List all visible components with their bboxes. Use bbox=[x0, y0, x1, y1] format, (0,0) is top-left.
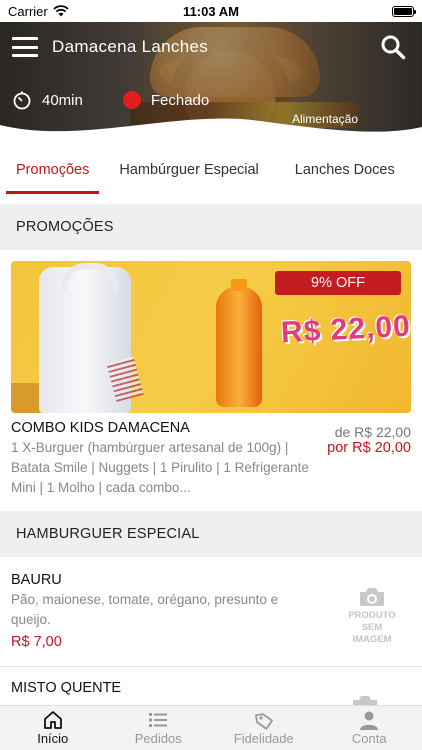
store-status: Fechado bbox=[150, 91, 210, 109]
search-icon[interactable] bbox=[380, 34, 406, 60]
nav-label: Conta bbox=[351, 731, 387, 746]
bottom-nav: Início Pedidos Fidelidade Conta bbox=[0, 705, 422, 750]
status-bar: Carrier 11:03 AM bbox=[0, 0, 422, 22]
tab-promocoes[interactable]: Promoções bbox=[6, 150, 100, 194]
timer-icon bbox=[13, 91, 31, 110]
carrier-label: Carrier bbox=[8, 3, 48, 19]
product-combo-kids[interactable]: COMBO KIDS DAMACENA 1 X-Burguer (hambúrg… bbox=[11, 420, 411, 502]
header-wave bbox=[0, 118, 422, 142]
combo-bag-graphic bbox=[39, 263, 144, 413]
nav-fidelidade[interactable]: Fidelidade bbox=[211, 706, 317, 750]
nav-conta[interactable]: Conta bbox=[317, 706, 422, 750]
store-category: Alimentação bbox=[291, 112, 358, 126]
store-title: Damacena Lanches bbox=[52, 37, 209, 56]
new-price: por R$ 20,00 bbox=[327, 440, 411, 456]
category-tabs: Promoções Hambúrguer Especial Lanches Do… bbox=[0, 150, 422, 194]
home-icon bbox=[43, 711, 62, 729]
status-time: 11:03 AM bbox=[183, 3, 239, 19]
no-image-placeholder: PRODUTO SEM IMAGEM bbox=[342, 586, 402, 646]
product-prices: de R$ 22,00 por R$ 20,00 bbox=[327, 424, 411, 456]
section-header-hamburguer-especial: HAMBURGUER ESPECIAL bbox=[0, 511, 422, 557]
banner-price: R$ 22,00 bbox=[280, 309, 411, 350]
nav-label: Início bbox=[37, 731, 69, 746]
no-image-line1: PRODUTO bbox=[348, 610, 396, 621]
store-status-dot bbox=[122, 91, 141, 109]
soda-bottle-graphic bbox=[216, 279, 262, 407]
tab-hamburguer-especial[interactable]: Hambúrguer Especial bbox=[119, 150, 258, 194]
no-image-line2: SEM IMAGEM bbox=[352, 622, 392, 645]
camera-icon bbox=[360, 588, 384, 606]
store-info: 40min Fechado bbox=[12, 90, 209, 110]
discount-badge: 9% OFF bbox=[275, 271, 401, 295]
nav-pedidos[interactable]: Pedidos bbox=[106, 706, 212, 750]
section-header-promocoes: PROMOÇÕES bbox=[0, 204, 422, 250]
old-price: de R$ 22,00 bbox=[334, 424, 411, 440]
status-left: Carrier bbox=[8, 4, 69, 19]
store-header: Damacena Lanches 40min Fechado Alimentaç… bbox=[0, 22, 422, 142]
nav-label: Fidelidade bbox=[233, 731, 294, 746]
promo-banner-image[interactable]: R$ 22,00 9% OFF bbox=[11, 261, 411, 413]
tag-icon bbox=[254, 713, 273, 730]
product-description: Pão, maionese, tomate, orégano, presunto… bbox=[11, 592, 279, 627]
wifi-icon bbox=[53, 5, 69, 17]
nav-inicio[interactable]: Início bbox=[0, 706, 106, 750]
battery-icon bbox=[392, 5, 416, 17]
nav-label: Pedidos bbox=[134, 731, 182, 746]
product-description: 1 X-Burguer (hambúrguer artesanal de 100… bbox=[11, 440, 309, 495]
tab-lanches-doces[interactable]: Lanches Doces bbox=[295, 150, 395, 194]
person-icon bbox=[360, 711, 379, 730]
delivery-time: 40min bbox=[42, 91, 83, 109]
list-icon bbox=[149, 713, 168, 727]
product-bauru[interactable]: BAURU Pão, maionese, tomate, orégano, pr… bbox=[0, 560, 422, 667]
menu-icon[interactable] bbox=[12, 37, 38, 57]
